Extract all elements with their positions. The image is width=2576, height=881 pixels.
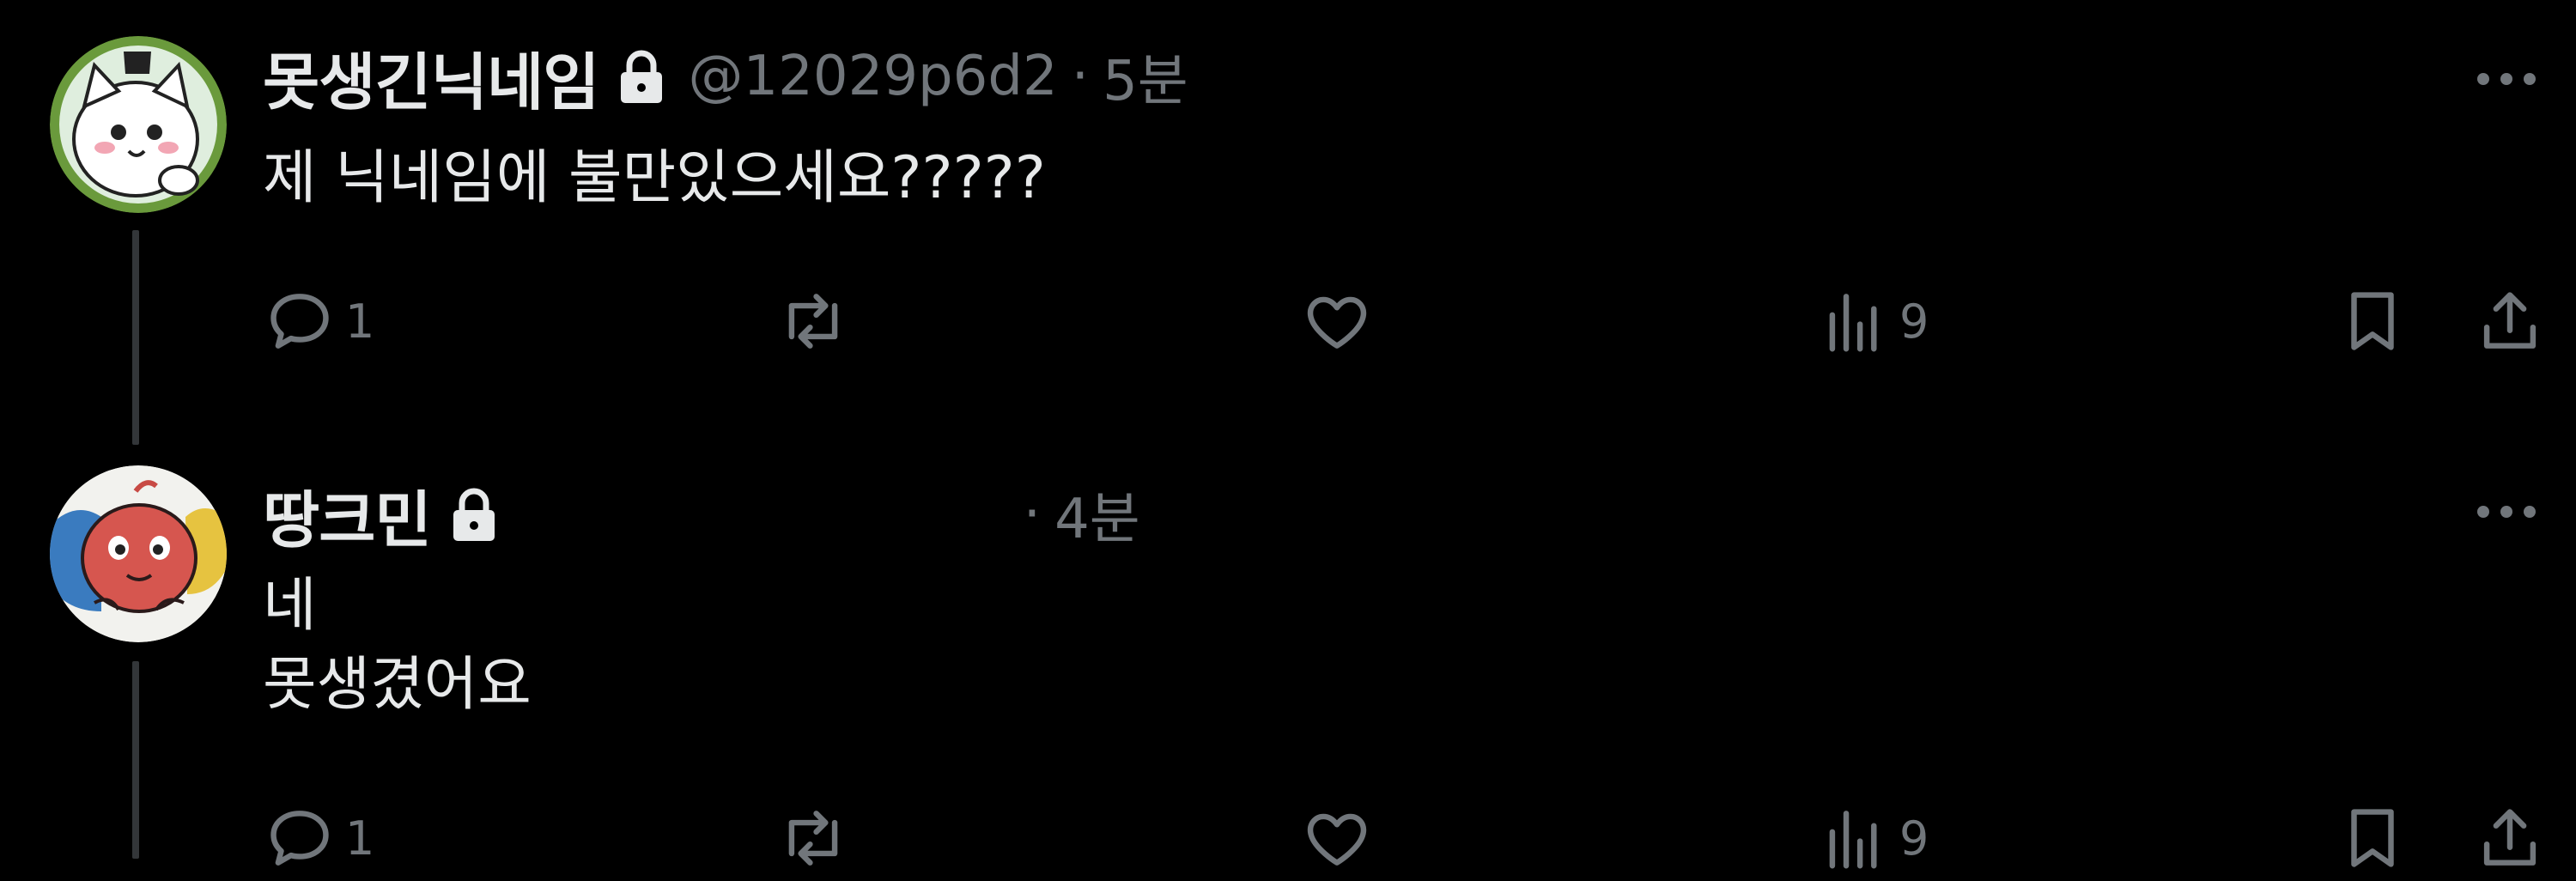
view-count: 9: [1899, 811, 1929, 866]
red-creature-avatar-icon: [50, 465, 227, 642]
like-button[interactable]: [1300, 795, 1382, 881]
action-bar: 1 9: [258, 278, 2559, 364]
tweet-text: 네 못생겼어요: [263, 567, 532, 725]
retweet-button[interactable]: [776, 795, 859, 881]
more-dots-icon: [2477, 73, 2536, 85]
tweet-text: 제 닉네임에 불만있으세요?????: [263, 139, 1046, 218]
retweet-icon: [788, 811, 838, 866]
like-button[interactable]: [1300, 278, 1382, 364]
share-icon: [2483, 809, 2537, 866]
cat-avatar-icon: [50, 36, 227, 213]
share-button[interactable]: [2473, 278, 2547, 364]
reply-button[interactable]: 1: [263, 278, 374, 364]
heart-icon: [1307, 813, 1367, 866]
more-button[interactable]: [2468, 62, 2545, 96]
view-count: 9: [1899, 294, 1929, 349]
bookmark-icon: [2351, 809, 2394, 867]
heart-icon: [1307, 296, 1367, 349]
bookmark-button[interactable]: [2336, 278, 2409, 364]
retweet-button[interactable]: [776, 278, 859, 364]
tweet[interactable]: 땅크민 · 4분 네 못생겼어요 1 9: [0, 455, 2576, 869]
bookmark-button[interactable]: [2336, 795, 2409, 881]
bookmark-icon: [2351, 292, 2394, 350]
tweet-header: 땅크민 · 4분: [263, 475, 1140, 556]
tweet-text-line: 네: [263, 572, 317, 640]
tweet-text-line: 제 닉네임에 불만있으세요?????: [263, 144, 1046, 212]
retweet-icon: [788, 294, 838, 349]
share-button[interactable]: [2473, 795, 2547, 881]
tweet[interactable]: 못생긴닉네임 @12029p6d2 · 5분 제 닉네임에 불만있으세요????…: [0, 0, 2576, 455]
separator-dot: ·: [1071, 45, 1090, 108]
more-button[interactable]: [2468, 495, 2545, 529]
username-handle[interactable]: @12029p6d2: [688, 45, 1057, 108]
avatar[interactable]: [50, 465, 227, 642]
reply-count: 1: [345, 811, 375, 866]
timestamp[interactable]: 5분: [1103, 37, 1188, 116]
views-button[interactable]: 9: [1817, 795, 1929, 881]
more-dots-icon: [2477, 506, 2536, 518]
avatar[interactable]: [50, 36, 227, 213]
timestamp[interactable]: 4분: [1054, 475, 1140, 554]
display-name[interactable]: 못생긴닉네임: [263, 32, 599, 122]
display-name[interactable]: 땅크민: [263, 470, 432, 560]
views-chart-icon: [1829, 811, 1877, 869]
reply-button[interactable]: 1: [263, 795, 374, 881]
lock-icon: [450, 486, 498, 543]
action-bar: 1 9: [258, 795, 2559, 881]
separator-dot: ·: [1023, 483, 1042, 546]
views-button[interactable]: 9: [1817, 278, 1929, 364]
tweet-header: 못생긴닉네임 @12029p6d2 · 5분: [263, 37, 1188, 118]
share-icon: [2483, 292, 2537, 349]
lock-icon: [617, 48, 665, 105]
views-chart-icon: [1829, 294, 1877, 352]
tweet-text-line: 못생겼어요: [263, 651, 532, 719]
reply-count: 1: [345, 294, 375, 349]
reply-icon: [270, 294, 329, 349]
reply-icon: [270, 811, 329, 866]
